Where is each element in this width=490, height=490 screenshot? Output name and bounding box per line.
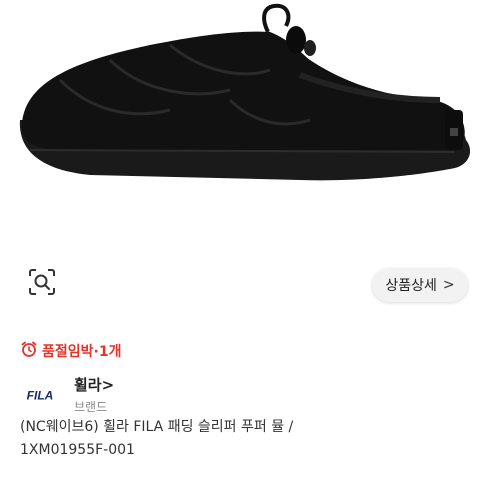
slipper-illustration	[19, 3, 471, 181]
chevron-right-icon: >	[442, 277, 455, 293]
brand-name: 휠라	[74, 376, 102, 394]
brand-sub-label: 브랜드	[74, 400, 108, 414]
alarm-clock-icon	[20, 340, 38, 362]
svg-text:FILA: FILA	[27, 388, 54, 402]
low-stock-badge: 품절임박·1개	[20, 340, 121, 362]
product-detail-button[interactable]: 상품상세 >	[372, 268, 468, 302]
image-search-icon	[27, 267, 57, 301]
brand-logo: FILA	[20, 375, 60, 415]
image-search-button[interactable]	[22, 264, 62, 304]
product-image[interactable]	[0, 0, 490, 250]
low-stock-text: 품절임박·1개	[42, 344, 122, 360]
product-detail-label: 상품상세	[385, 278, 437, 294]
brand-row[interactable]: FILA 휠라> 브랜드	[20, 374, 115, 415]
product-title-line: (NC웨이브6) 휠라 FILA 패딩 슬리퍼 푸퍼 뮬 /	[20, 419, 294, 435]
product-title: (NC웨이브6) 휠라 FILA 패딩 슬리퍼 푸퍼 뮬 / 1XM01955F…	[20, 416, 472, 462]
brand-link[interactable]: 휠라>	[74, 374, 114, 395]
chevron-right-icon: >	[101, 376, 115, 394]
product-title-line: 1XM01955F-001	[20, 442, 135, 458]
